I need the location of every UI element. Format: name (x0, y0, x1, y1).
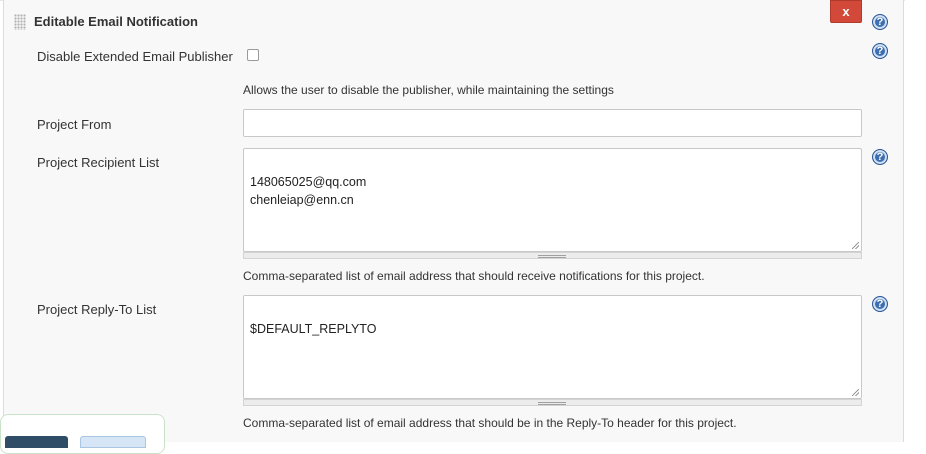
drag-handle-icon[interactable] (14, 14, 26, 30)
primary-button[interactable] (5, 436, 68, 448)
secondary-button[interactable] (80, 436, 146, 448)
recipient-list-textarea[interactable]: 148065025@qq.com chenleiap@enn.cn (243, 148, 862, 252)
recipient-list-value: 148065025@qq.com chenleiap@enn.cn (250, 175, 367, 207)
disable-publisher-label: Disable Extended Email Publisher (37, 49, 233, 64)
recipient-list-vertical-resizer[interactable] (243, 252, 862, 259)
recipient-list-description: Comma-separated list of email address th… (243, 269, 705, 283)
reply-to-list-vertical-resizer[interactable] (243, 399, 862, 406)
help-icon-section[interactable]: ? (872, 14, 888, 30)
help-icon-disable-publisher[interactable]: ? (872, 43, 888, 59)
project-from-label: Project From (37, 117, 112, 132)
reply-to-list-value: $DEFAULT_REPLYTO (250, 322, 377, 336)
reply-to-list-textarea[interactable]: $DEFAULT_REPLYTO (243, 295, 862, 399)
disable-publisher-description: Allows the user to disable the publisher… (243, 83, 614, 97)
reply-to-list-description: Comma-separated list of email address th… (243, 416, 737, 430)
close-button[interactable]: x (830, 0, 862, 23)
project-from-input[interactable] (243, 109, 862, 137)
resize-grip-icon[interactable] (852, 242, 859, 249)
help-icon-reply-to-list[interactable]: ? (872, 296, 888, 312)
recipient-list-label: Project Recipient List (37, 155, 160, 170)
reply-to-list-label: Project Reply-To List (37, 302, 157, 317)
disable-publisher-checkbox[interactable] (247, 49, 259, 61)
help-icon-recipient-list[interactable]: ? (872, 149, 888, 165)
section-title: Editable Email Notification (34, 14, 198, 29)
bottom-action-bar (0, 414, 165, 454)
resize-grip-icon[interactable] (852, 389, 859, 396)
